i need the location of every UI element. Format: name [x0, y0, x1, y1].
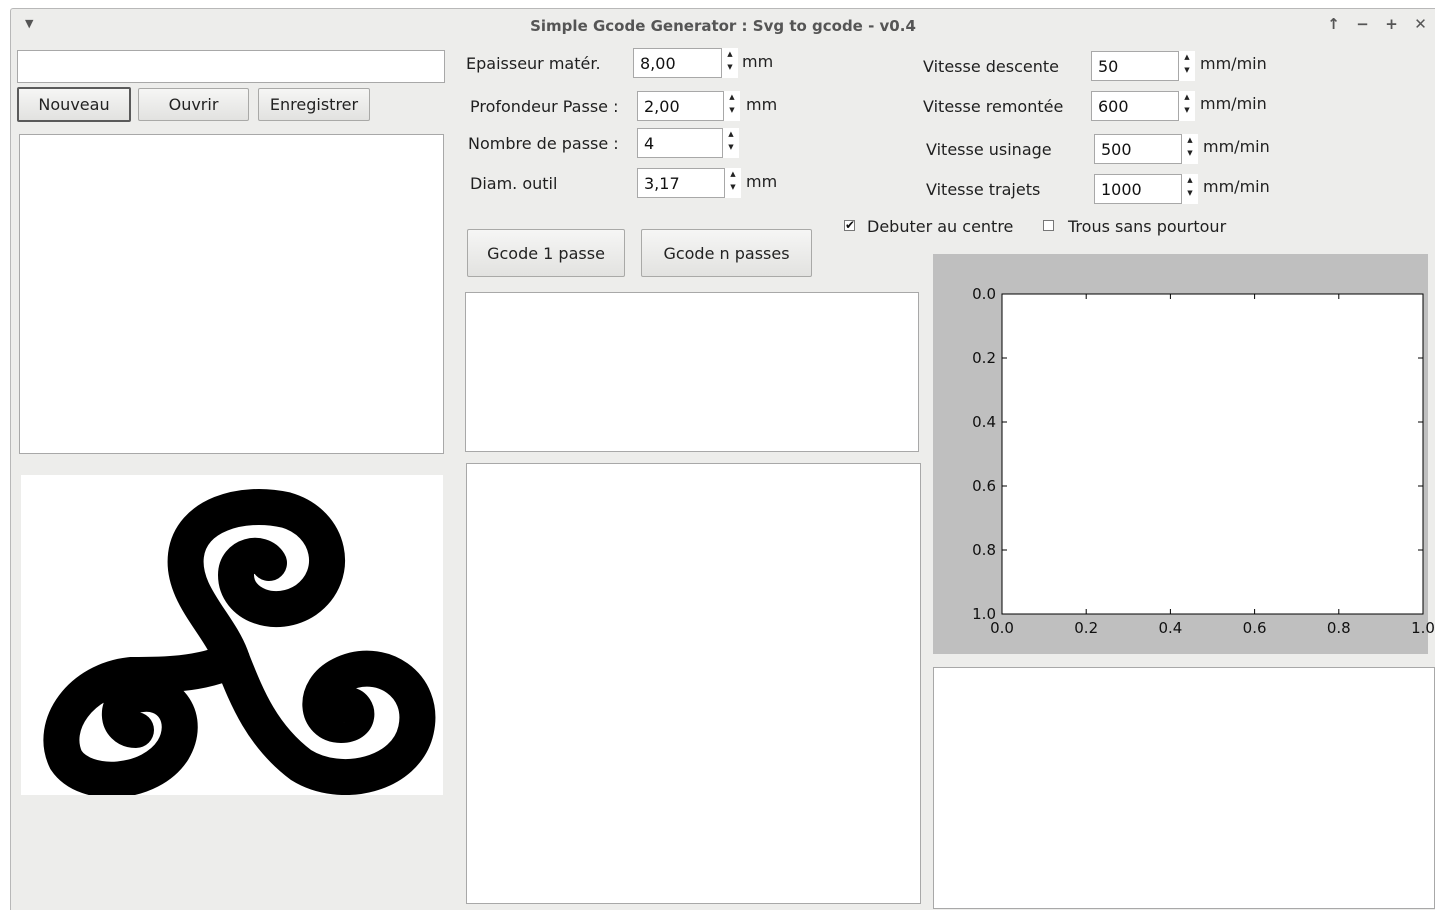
y-tick-label: 0.8 [972, 541, 996, 559]
pass-depth-unit: mm [746, 95, 778, 114]
tool-diam-spinbox[interactable]: ▲▼ [637, 168, 741, 198]
thickness-label: Epaisseur matér. [466, 54, 601, 73]
pass-count-label: Nombre de passe : [468, 134, 619, 153]
pass-count-spinbox[interactable]: ▲▼ [637, 128, 739, 158]
thickness-spinbox[interactable]: ▲▼ [633, 48, 738, 78]
toolpath-plot: 0.0 0.2 0.4 0.6 0.8 1.00.00.20.40.60.81.0 [972, 285, 1435, 637]
gcode-n-passes-button[interactable]: Gcode n passes [641, 229, 812, 277]
svg-preview-panel [21, 475, 443, 798]
thickness-unit: mm [742, 52, 774, 71]
checkmark-icon: ✔ [845, 218, 856, 232]
start-center-label: Debuter au centre [867, 217, 1014, 236]
spin-arrows-icon[interactable]: ▲ ▼ [1182, 134, 1198, 164]
descent-speed-label: Vitesse descente [923, 57, 1059, 76]
y-tick-label: 0.4 [972, 413, 996, 431]
travel-speed-spinbox[interactable]: ▲▼ [1094, 174, 1198, 204]
machining-speed-unit: mm/min [1203, 137, 1270, 156]
pass-depth-spinbox[interactable]: ▲▼ [637, 91, 742, 121]
tool-diam-label: Diam. outil [470, 174, 558, 193]
plot-axes-frame [1001, 293, 1424, 615]
triskelion-icon [43, 489, 436, 798]
x-tick-label: 0.6 [1243, 619, 1267, 637]
descent-speed-input[interactable] [1091, 51, 1179, 81]
travel-speed-label: Vitesse trajets [926, 180, 1041, 199]
gcode-header-textarea[interactable] [465, 292, 919, 452]
machining-speed-label: Vitesse usinage [926, 140, 1052, 159]
spin-arrows-icon[interactable]: ▲ ▼ [1179, 51, 1195, 81]
pass-depth-input[interactable] [637, 91, 724, 121]
y-tick-label: 0.2 [972, 349, 996, 367]
file-path-input[interactable] [17, 50, 445, 83]
svg-source-textarea[interactable] [19, 134, 444, 454]
x-tick-label: 0.2 [1074, 619, 1098, 637]
ascent-speed-label: Vitesse remontée [923, 97, 1064, 116]
descent-speed-spinbox[interactable]: ▲▼ [1091, 51, 1195, 81]
window-maximize-button[interactable]: + [1377, 15, 1406, 33]
x-tick-label: 0.8 [1327, 619, 1351, 637]
start-center-checkbox[interactable]: ✔ [844, 218, 856, 232]
travel-speed-unit: mm/min [1203, 177, 1270, 196]
window-close-button[interactable]: ✕ [1406, 15, 1435, 33]
x-tick-label: 0.4 [1158, 619, 1182, 637]
title-bar: ▼ Simple Gcode Generator : Svg to gcode … [11, 9, 1435, 43]
holes-no-contour-checkbox[interactable] [1043, 220, 1054, 231]
x-tick-label: 1.0 [1411, 619, 1435, 637]
window-shade-button[interactable]: ↑ [1319, 15, 1348, 33]
plot-canvas: 0.0 0.2 0.4 0.6 0.8 1.0 0.0 0.2 0.4 0.6 0.8 1.0 [933, 254, 1435, 654]
tool-diam-unit: mm [746, 172, 778, 191]
spin-arrows-icon[interactable]: ▲ ▼ [722, 48, 738, 78]
y-tick-label: 0.0 [972, 285, 996, 303]
window-title: Simple Gcode Generator : Svg to gcode - … [530, 17, 916, 35]
holes-no-contour-label: Trous sans pourtour [1068, 217, 1227, 236]
spin-arrows-icon[interactable]: ▲ ▼ [1179, 91, 1195, 121]
y-tick-label: 0.6 [972, 477, 996, 495]
window-controls: ↑ − + ✕ [1319, 15, 1435, 33]
new-button[interactable]: Nouveau [17, 87, 131, 122]
tool-diam-input[interactable] [637, 168, 725, 198]
save-button[interactable]: Enregistrer [258, 88, 370, 121]
gcode-one-pass-button[interactable]: Gcode 1 passe [467, 229, 625, 277]
window-minimize-button[interactable]: − [1348, 15, 1377, 33]
spin-arrows-icon[interactable]: ▲ ▼ [724, 91, 740, 121]
spin-arrows-icon[interactable]: ▲ ▼ [725, 168, 741, 198]
open-button[interactable]: Ouvrir [138, 88, 249, 121]
y-tick-label: 1.0 [972, 605, 996, 623]
machining-speed-spinbox[interactable]: ▲▼ [1094, 134, 1198, 164]
descent-speed-unit: mm/min [1200, 54, 1267, 73]
machining-speed-input[interactable] [1094, 134, 1182, 164]
gcode-output-textarea[interactable] [466, 463, 921, 904]
ascent-speed-unit: mm/min [1200, 94, 1267, 113]
log-textarea[interactable] [933, 667, 1435, 909]
spin-arrows-icon[interactable]: ▲ ▼ [1182, 174, 1198, 204]
spin-arrows-icon[interactable]: ▲ ▼ [723, 128, 739, 158]
ascent-speed-input[interactable] [1091, 91, 1179, 121]
pass-depth-label: Profondeur Passe : [470, 97, 619, 116]
ascent-speed-spinbox[interactable]: ▲▼ [1091, 91, 1195, 121]
pass-count-input[interactable] [637, 128, 723, 158]
thickness-input[interactable] [633, 48, 722, 78]
travel-speed-input[interactable] [1094, 174, 1182, 204]
